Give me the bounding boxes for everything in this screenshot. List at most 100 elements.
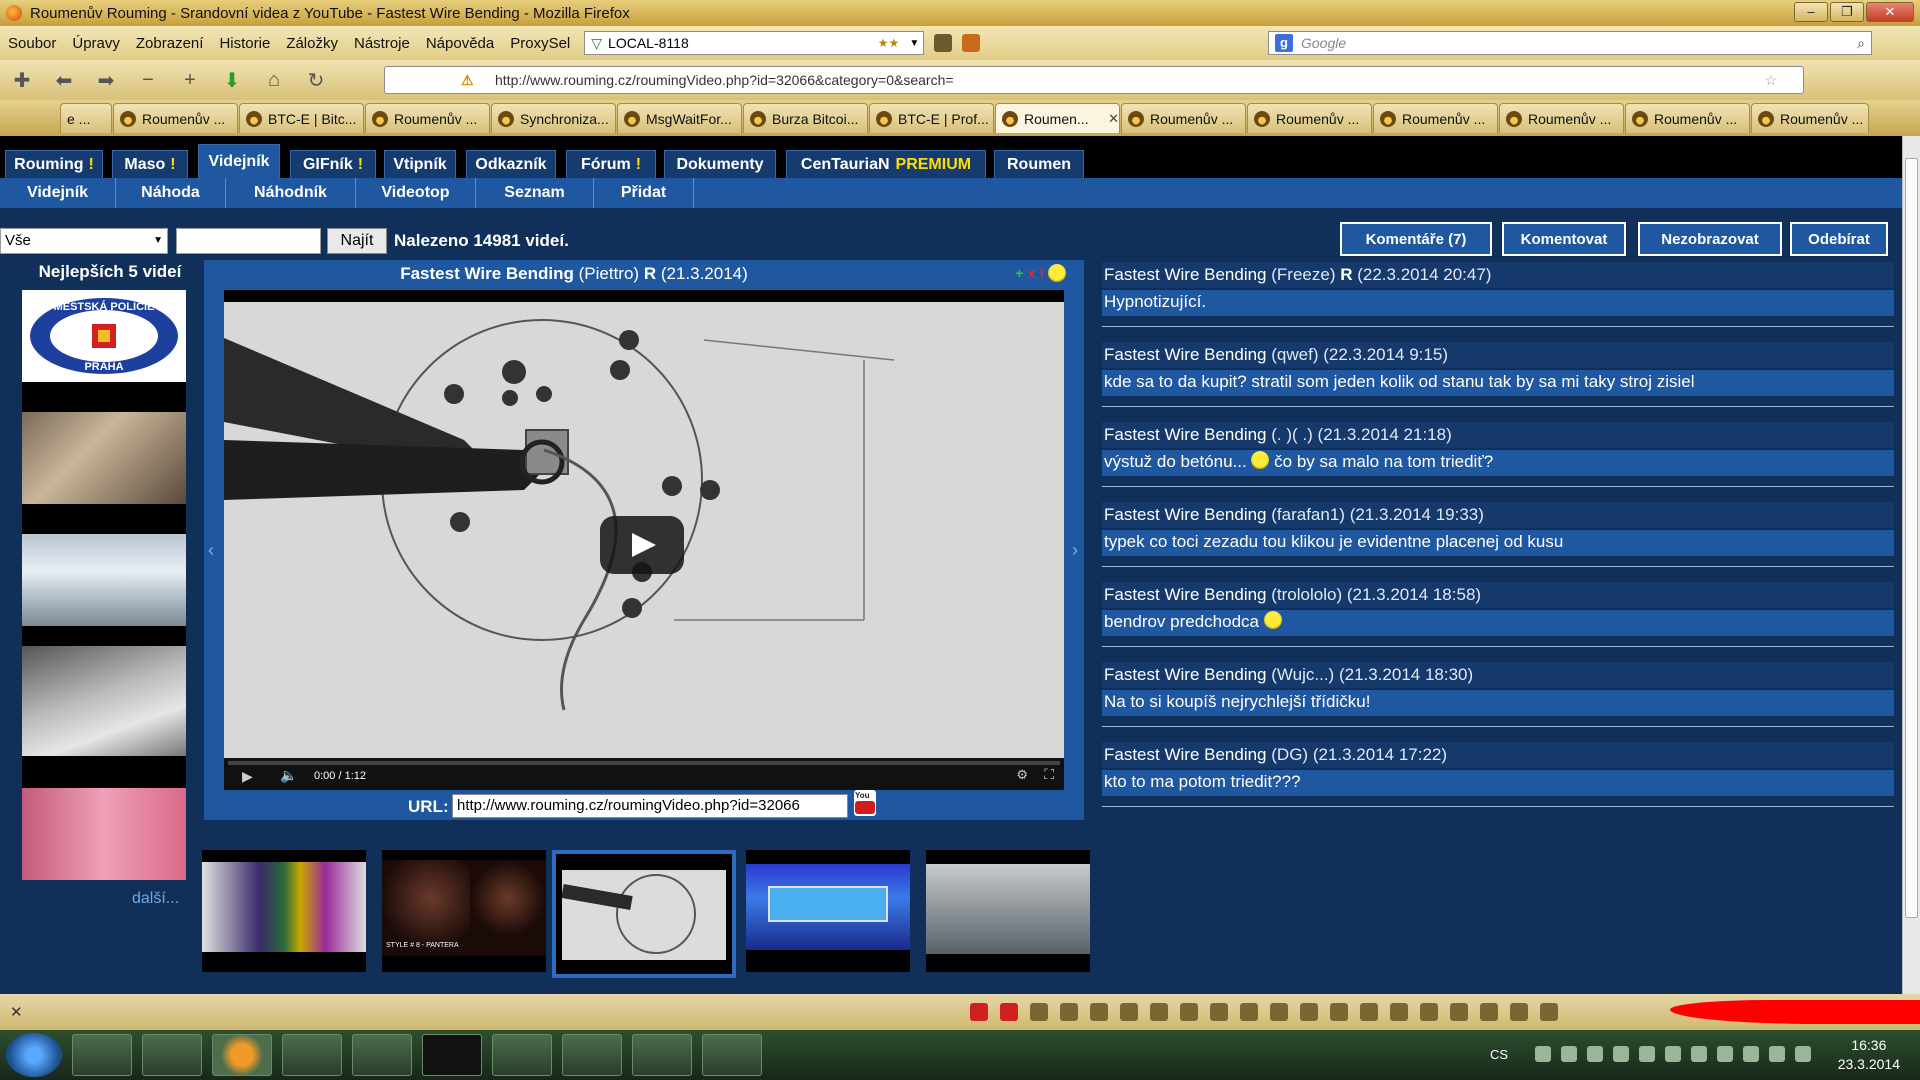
page-scrollbar[interactable] [1902, 136, 1920, 994]
addon-icon[interactable] [1120, 1003, 1138, 1021]
taskbar-app-save-icon[interactable] [72, 1034, 132, 1076]
nav-dokumenty[interactable]: Dokumenty [664, 150, 776, 178]
best-video-thumbnail[interactable]: MĚSTSKÁ POLICIE PRAHA [22, 290, 186, 382]
bookmark-star-icon[interactable]: ☆ [1764, 72, 1777, 89]
subnav-nahoda[interactable]: Náhoda [116, 178, 226, 208]
taskbar-app-firefox-icon[interactable] [212, 1034, 272, 1076]
tray-icon[interactable] [1535, 1046, 1551, 1062]
nav-videjnik[interactable]: Videjník [198, 144, 280, 178]
taskbar-app-network-icon[interactable] [562, 1034, 622, 1076]
category-select[interactable]: Vše ▼ [0, 228, 168, 254]
video-author[interactable]: (Piettro) [579, 264, 639, 283]
addon-icon[interactable] [1090, 1003, 1108, 1021]
tray-icon[interactable] [1639, 1046, 1655, 1062]
clock[interactable]: 16:36 23.3.2014 [1838, 1036, 1900, 1074]
comment-author[interactable]: (qwef) [1271, 345, 1318, 364]
comment-author[interactable]: (. )( .) [1271, 425, 1313, 444]
related-video-thumbnail[interactable]: STYLE # 8 - PANTERA [382, 850, 546, 972]
minimize-button[interactable]: – [1794, 2, 1828, 22]
best-video-thumbnail[interactable] [22, 534, 186, 626]
nav-rouming[interactable]: Rouming! [5, 150, 103, 178]
taskbar-app-thunderbird-icon[interactable] [282, 1034, 342, 1076]
url-bar[interactable]: ⚠ http://www.rouming.cz/roumingVideo.php… [384, 66, 1804, 94]
subnav-videjnik[interactable]: Videjník [0, 178, 116, 208]
taskbar-app-shield-icon[interactable] [702, 1034, 762, 1076]
new-tab-icon[interactable]: ✚ [8, 68, 36, 93]
comment-author[interactable]: (farafan1) [1271, 505, 1345, 524]
menu-help[interactable]: Nápověda [418, 35, 502, 52]
minus-vote-icon[interactable]: x [1028, 265, 1036, 281]
taskbar-app-computer-icon[interactable] [632, 1034, 692, 1076]
volume-icon[interactable]: 🔈 [280, 767, 297, 784]
nav-odkaznik[interactable]: Odkazník [466, 150, 556, 178]
addon-icon[interactable] [1060, 1003, 1078, 1021]
comment-author[interactable]: (Wujc...) [1271, 665, 1334, 684]
comment-author[interactable]: (trolololo) [1271, 585, 1342, 604]
fullscreen-icon[interactable]: ⛶ [1044, 766, 1054, 783]
progress-bar[interactable] [228, 761, 1060, 765]
tab-active[interactable]: Roumen... ✕ [995, 103, 1120, 133]
related-video-thumbnail[interactable] [202, 850, 366, 972]
plus-vote-icon[interactable]: + [1015, 265, 1023, 281]
subnav-nahodnik[interactable]: Náhodník [226, 178, 356, 208]
share-url-input[interactable]: http://www.rouming.cz/roumingVideo.php?i… [452, 794, 848, 818]
play-icon[interactable]: ▶ [242, 768, 253, 785]
addon-icon[interactable] [1330, 1003, 1348, 1021]
addon-icon[interactable] [1300, 1003, 1318, 1021]
find-button[interactable]: Najít [327, 228, 387, 254]
hide-button[interactable]: Nezobrazovat [1638, 222, 1782, 256]
zoom-out-icon[interactable]: − [134, 69, 162, 92]
addon-icon[interactable] [1420, 1003, 1438, 1021]
tab[interactable]: Roumenův ... [365, 103, 490, 133]
nav-maso[interactable]: Maso! [112, 150, 188, 178]
start-button[interactable] [6, 1033, 62, 1077]
taskbar-app-recycle-icon[interactable] [142, 1034, 202, 1076]
settings-icon[interactable]: ⚙ [1016, 767, 1028, 783]
nav-forum[interactable]: Fórum! [566, 150, 656, 178]
tray-icon[interactable] [1587, 1046, 1603, 1062]
addon-icon[interactable] [1000, 1003, 1018, 1021]
tab[interactable]: e ... [60, 103, 112, 133]
tab[interactable]: MsgWaitFor... [617, 103, 742, 133]
addon-icon[interactable] [1270, 1003, 1288, 1021]
menu-edit[interactable]: Úpravy [64, 35, 128, 52]
close-window-button[interactable]: ✕ [1866, 2, 1914, 22]
tab[interactable]: Roumenův ... [1499, 103, 1624, 133]
add-comment-button[interactable]: Komentovat [1502, 222, 1626, 256]
google-icon[interactable]: g [1275, 34, 1293, 52]
menu-proxysel[interactable]: ProxySel [502, 35, 578, 52]
next-video-icon[interactable]: › [1072, 540, 1078, 561]
tray-icon[interactable] [1795, 1046, 1811, 1062]
related-video-thumbnail[interactable] [746, 850, 910, 972]
smiley-icon[interactable] [1048, 264, 1066, 282]
back-icon[interactable]: ⬅ [50, 68, 78, 93]
menu-bookmarks[interactable]: Záložky [278, 35, 346, 52]
addon-icon[interactable] [1150, 1003, 1168, 1021]
menu-view[interactable]: Zobrazení [128, 35, 212, 52]
proxy-select[interactable]: ▽ LOCAL-8118 ★★ ▼ [584, 31, 925, 55]
menu-file[interactable]: Soubor [0, 35, 64, 52]
addon-icon[interactable] [1450, 1003, 1468, 1021]
related-video-thumbnail[interactable] [926, 850, 1090, 972]
addon-icon[interactable] [1510, 1003, 1528, 1021]
reload-icon[interactable]: ↻ [302, 68, 330, 93]
toolbar-addon-icon[interactable] [934, 34, 953, 52]
tab[interactable]: Roumenův ... [1625, 103, 1750, 133]
subnav-seznam[interactable]: Seznam [476, 178, 594, 208]
play-overlay-button[interactable] [600, 516, 684, 574]
addon-icon[interactable] [1030, 1003, 1048, 1021]
scrollbar-thumb[interactable] [1905, 158, 1918, 918]
addon-icon[interactable] [1480, 1003, 1498, 1021]
subnav-pridat[interactable]: Přidat [594, 178, 694, 208]
related-video-thumbnail-current[interactable] [552, 850, 736, 978]
more-link[interactable]: další... [132, 890, 179, 908]
addon-icon[interactable] [1390, 1003, 1408, 1021]
search-icon[interactable]: ⌕ [1857, 35, 1865, 52]
tab[interactable]: Roumenův ... [113, 103, 238, 133]
comments-button[interactable]: Komentáře (7) [1340, 222, 1492, 256]
nav-centaurian-premium[interactable]: CenTauriaN PREMIUM [786, 150, 986, 178]
best-video-thumbnail[interactable] [22, 788, 186, 880]
subscribe-button[interactable]: Odebírat [1790, 222, 1888, 256]
tray-icon[interactable] [1665, 1046, 1681, 1062]
tray-icon[interactable] [1691, 1046, 1707, 1062]
